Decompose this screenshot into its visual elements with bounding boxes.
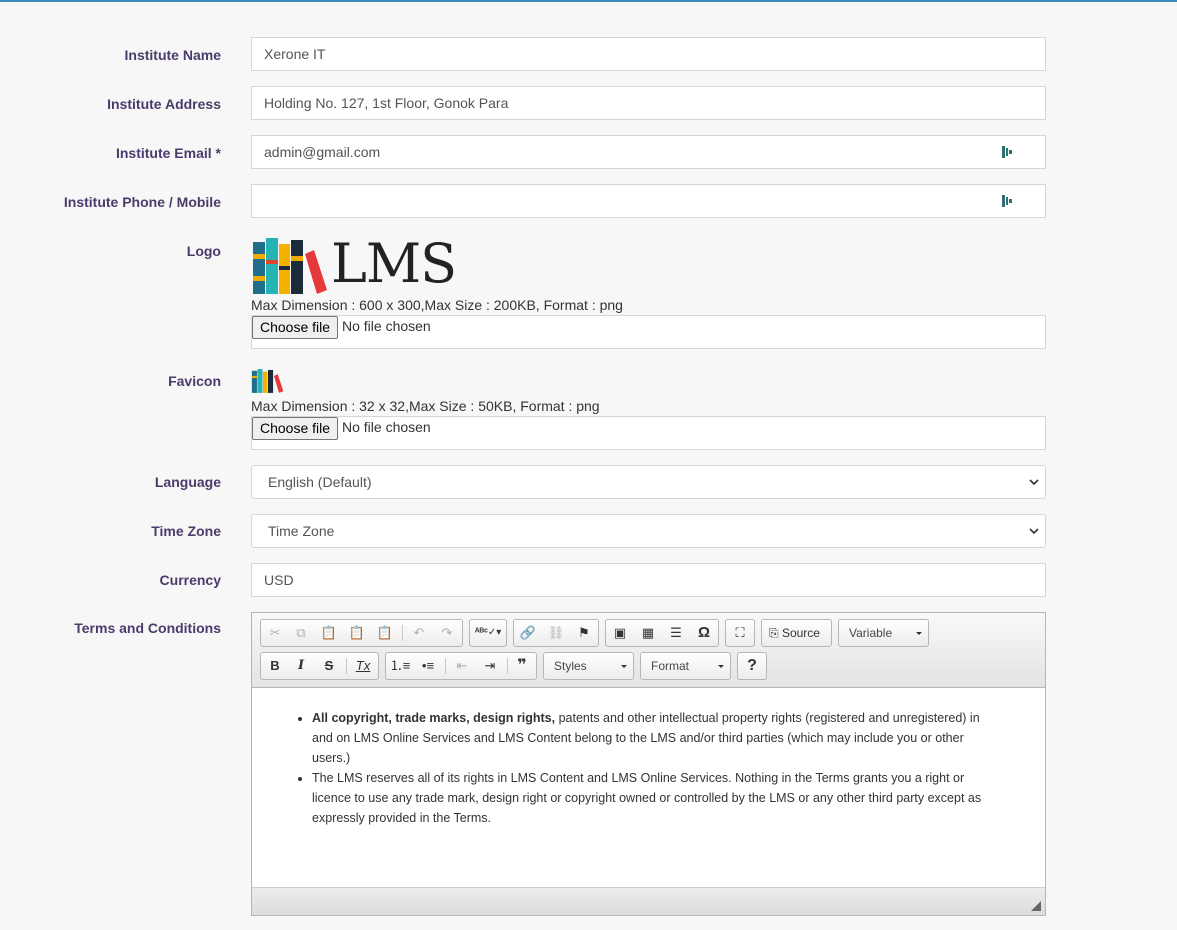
- terms-item-bold: All copyright, trade marks, design right…: [312, 711, 556, 725]
- undo-icon[interactable]: ↶: [408, 623, 430, 643]
- help-icon[interactable]: ?: [741, 656, 763, 676]
- anchor-flag-icon[interactable]: ⚑: [573, 623, 595, 643]
- paste-icon[interactable]: 📋: [318, 623, 340, 643]
- terms-editor[interactable]: ✂ ⧉ 📋 📋 📋 ↶ ↷ ᴬᴮᶜ✓▾ 🔗 ⛓ ⚑ ▣ ▦ ☰ Ω ⛶ ⎘ So…: [251, 612, 1046, 916]
- editor-status-bar: [252, 887, 1045, 915]
- books-icon: [253, 238, 327, 294]
- maximize-group: ⛶: [725, 619, 755, 647]
- time-zone-select[interactable]: Time Zone: [251, 514, 1046, 548]
- institute-name-label: Institute Name: [124, 47, 221, 63]
- currency-input[interactable]: USD: [251, 563, 1046, 597]
- help-group: ?: [737, 652, 767, 680]
- institute-name-input[interactable]: Xerone IT: [251, 37, 1046, 71]
- format-dropdown[interactable]: Format: [640, 652, 731, 680]
- institute-email-input[interactable]: admin@gmail.com: [251, 135, 1046, 169]
- language-select[interactable]: English (Default): [251, 465, 1046, 499]
- source-button[interactable]: ⎘ Source: [765, 623, 829, 643]
- bulleted-list-icon[interactable]: •≡: [417, 656, 439, 676]
- terms-list: All copyright, trade marks, design right…: [312, 708, 985, 828]
- favicon-file-input[interactable]: Choose file No file chosen: [251, 416, 1046, 450]
- toolbar-separator: [402, 625, 403, 641]
- institute-phone-input[interactable]: [251, 184, 1046, 218]
- terms-item: All copyright, trade marks, design right…: [312, 708, 985, 768]
- format-label: Format: [651, 659, 690, 673]
- insert-group: ▣ ▦ ☰ Ω: [605, 619, 719, 647]
- cut-icon[interactable]: ✂: [264, 623, 286, 643]
- strike-icon[interactable]: S: [318, 656, 340, 676]
- password-manager-icon[interactable]: [1001, 194, 1015, 208]
- variable-label: Variable: [849, 626, 893, 640]
- editor-content[interactable]: All copyright, trade marks, design right…: [252, 688, 1045, 888]
- logo-text: LMS: [331, 232, 457, 295]
- italic-icon[interactable]: I: [290, 656, 312, 676]
- logo-hint: Max Dimension : 600 x 300,Max Size : 200…: [251, 297, 623, 313]
- bold-icon[interactable]: B: [264, 656, 286, 676]
- terms-label: Terms and Conditions: [74, 620, 221, 636]
- spellcheck-group: ᴬᴮᶜ✓▾: [469, 619, 507, 647]
- clipboard-group: ✂ ⧉ 📋 📋 📋 ↶ ↷: [260, 619, 463, 647]
- currency-label: Currency: [159, 572, 221, 588]
- favicon-file-status: No file chosen: [342, 419, 431, 435]
- basic-styles-group: B I S Tx: [260, 652, 379, 680]
- maximize-icon[interactable]: ⛶: [729, 623, 751, 643]
- horizontal-line-icon[interactable]: ☰: [665, 623, 687, 643]
- copy-icon[interactable]: ⧉: [290, 623, 312, 643]
- unlink-icon[interactable]: ⛓: [545, 623, 567, 643]
- time-zone-selected: Time Zone: [268, 523, 335, 539]
- link-icon[interactable]: 🔗: [517, 623, 539, 643]
- favicon-hint: Max Dimension : 32 x 32,Max Size : 50KB,…: [251, 398, 600, 414]
- chevron-down-icon: [1029, 479, 1039, 486]
- chevron-down-icon: [1029, 528, 1039, 535]
- special-char-icon[interactable]: Ω: [693, 623, 715, 643]
- logo-file-input[interactable]: Choose file No file chosen: [251, 315, 1046, 349]
- caret-down-icon: [621, 665, 627, 668]
- link-group: 🔗 ⛓ ⚑: [513, 619, 599, 647]
- password-manager-icon[interactable]: [1001, 145, 1015, 159]
- table-icon[interactable]: ▦: [637, 623, 659, 643]
- image-icon[interactable]: ▣: [609, 623, 631, 643]
- institute-email-value: admin@gmail.com: [264, 144, 381, 160]
- styles-dropdown[interactable]: Styles: [543, 652, 634, 680]
- spellcheck-icon[interactable]: ᴬᴮᶜ✓▾: [473, 623, 503, 643]
- outdent-icon[interactable]: ⇤: [451, 656, 473, 676]
- toolbar-separator: [445, 658, 446, 674]
- variable-dropdown[interactable]: Variable: [838, 619, 929, 647]
- institute-email-label: Institute Email *: [115, 145, 221, 161]
- paste-text-icon[interactable]: 📋: [346, 623, 368, 643]
- favicon-label: Favicon: [168, 373, 221, 389]
- paste-word-icon[interactable]: 📋: [374, 623, 396, 643]
- favicon-choose-file-button[interactable]: Choose file: [252, 417, 339, 440]
- logo-choose-file-button[interactable]: Choose file: [252, 316, 339, 339]
- logo-file-status: No file chosen: [342, 318, 431, 334]
- time-zone-label: Time Zone: [151, 523, 221, 539]
- institute-phone-label: Institute Phone / Mobile: [63, 194, 221, 210]
- language-selected: English (Default): [268, 474, 372, 490]
- favicon-image: [251, 369, 284, 393]
- language-label: Language: [154, 474, 221, 490]
- caret-down-icon: [916, 632, 922, 635]
- terms-item: The LMS reserves all of its rights in LM…: [312, 768, 985, 828]
- redo-icon[interactable]: ↷: [436, 623, 458, 643]
- resize-handle-icon[interactable]: [1031, 901, 1041, 911]
- source-icon: ⎘: [769, 626, 779, 640]
- logo-image: LMS: [251, 232, 461, 296]
- logo-label: Logo: [186, 243, 221, 259]
- source-group: ⎘ Source: [761, 619, 832, 647]
- numbered-list-icon[interactable]: ⒈≡: [389, 656, 411, 676]
- remove-format-icon[interactable]: Tx: [352, 656, 374, 676]
- source-label: Source: [781, 626, 820, 640]
- styles-label: Styles: [554, 659, 587, 673]
- paragraph-group: ⒈≡ •≡ ⇤ ⇥ ❞: [385, 652, 537, 680]
- caret-down-icon: [718, 665, 724, 668]
- toolbar-separator: [507, 658, 508, 674]
- terms-item-text: The LMS reserves all of its rights in LM…: [312, 771, 982, 825]
- blockquote-icon[interactable]: ❞: [511, 656, 533, 676]
- toolbar-separator: [346, 658, 347, 674]
- editor-toolbar: ✂ ⧉ 📋 📋 📋 ↶ ↷ ᴬᴮᶜ✓▾ 🔗 ⛓ ⚑ ▣ ▦ ☰ Ω ⛶ ⎘ So…: [252, 613, 1045, 688]
- institute-address-label: Institute Address: [107, 96, 221, 112]
- institute-address-input[interactable]: Holding No. 127, 1st Floor, Gonok Para: [251, 86, 1046, 120]
- indent-icon[interactable]: ⇥: [479, 656, 501, 676]
